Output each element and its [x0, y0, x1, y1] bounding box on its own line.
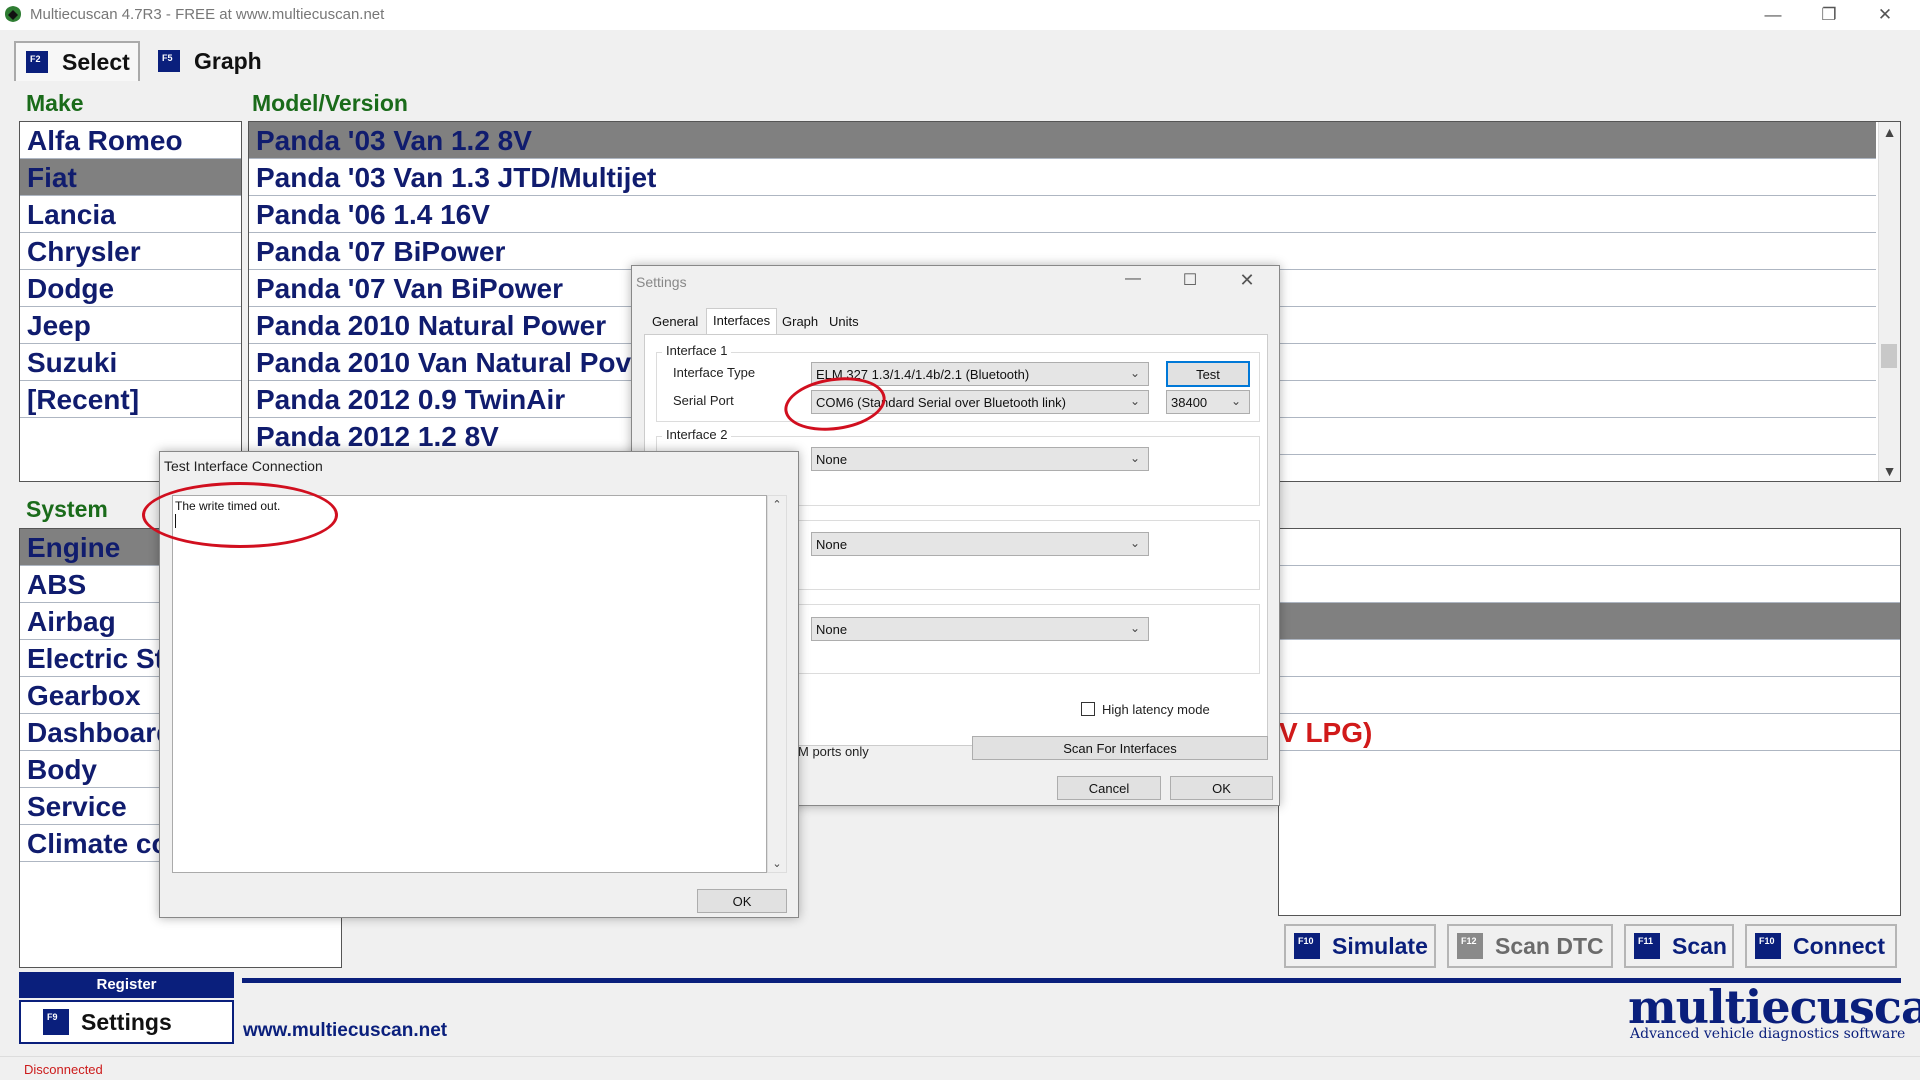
f10-key-badge: F10 [1755, 933, 1781, 959]
test-button[interactable]: Test [1166, 361, 1250, 387]
f11-key-badge: F11 [1634, 933, 1660, 959]
cancel-button[interactable]: Cancel [1057, 776, 1161, 800]
chevron-down-icon: ⌄ [1129, 366, 1140, 380]
interface1-label: Interface 1 [662, 343, 732, 358]
window-title: Multiecuscan 4.7R3 - FREE at www.multiec… [30, 6, 385, 23]
model-scrollbar[interactable]: ▲ ▼ [1878, 122, 1900, 481]
chevron-down-icon: ⌄ [1129, 451, 1140, 465]
tab-interfaces[interactable]: Interfaces [706, 308, 778, 334]
f10-ctrl-key-badge: F10 [1294, 933, 1320, 959]
list-item[interactable]: Suzuki [20, 344, 241, 381]
scan-for-interfaces-button[interactable]: Scan For Interfaces [972, 736, 1268, 760]
scan-dtc-label: Scan DTC [1495, 932, 1604, 959]
logo-tagline: Advanced vehicle diagnostics software [1630, 1026, 1906, 1042]
settings-minimize-button[interactable]: — [1118, 270, 1148, 288]
message-textbox[interactable]: The write timed out. [172, 495, 767, 873]
list-item[interactable]: Lancia [20, 196, 241, 233]
list-item[interactable]: Chrysler [20, 233, 241, 270]
settings-ok-button[interactable]: OK [1170, 776, 1273, 800]
annotation-oval-message [142, 482, 338, 548]
tab-general[interactable]: General [646, 310, 704, 334]
interface2-label: Interface 2 [662, 427, 732, 442]
baud-rate-select[interactable]: 38400 ⌄ [1166, 390, 1250, 414]
scan-dtc-button[interactable]: F12 Scan DTC [1447, 924, 1613, 968]
chevron-down-icon: ⌄ [1129, 621, 1140, 635]
tab-graph-settings[interactable]: Graph [776, 310, 824, 334]
tab-graph[interactable]: F5 Graph [146, 41, 276, 81]
list-item[interactable] [1279, 529, 1900, 566]
list-item[interactable]: Panda '06 1.4 16V [249, 196, 1876, 233]
simulate-button[interactable]: F10 Simulate [1284, 924, 1436, 968]
list-item[interactable] [1279, 640, 1900, 677]
tab-select[interactable]: F2 Select [14, 41, 140, 81]
tab-units[interactable]: Units [823, 310, 865, 334]
list-item[interactable]: Panda '03 Van 1.3 JTD/Multijet [249, 159, 1876, 196]
close-button[interactable]: ✕ [1857, 0, 1913, 30]
website-link[interactable]: www.multiecuscan.net [243, 1020, 447, 1042]
settings-button[interactable]: F9 Settings [19, 1000, 234, 1044]
make-list[interactable]: Alfa Romeo Fiat Lancia Chrysler Dodge Je… [19, 121, 242, 482]
connect-label: Connect [1793, 932, 1885, 959]
list-item[interactable] [1279, 566, 1900, 603]
scan-label: Scan [1672, 932, 1727, 959]
list-item[interactable]: [Recent] [20, 381, 241, 418]
high-latency-checkbox[interactable] [1081, 702, 1095, 716]
settings-close-button[interactable]: ✕ [1232, 270, 1262, 291]
f2-key-badge: F2 [26, 51, 48, 73]
test-dialog-title: Test Interface Connection [164, 458, 323, 474]
serial-port-label: Serial Port [673, 393, 734, 408]
simulate-label: Simulate [1332, 932, 1428, 959]
status-bar: Disconnected [0, 1056, 1920, 1080]
scroll-up-icon[interactable]: ▲ [1879, 124, 1900, 140]
scroll-down-icon[interactable]: ▼ [1879, 463, 1900, 479]
app-logo-icon [5, 6, 21, 22]
scan-button[interactable]: F11 Scan [1624, 924, 1734, 968]
list-item[interactable]: Jeep [20, 307, 241, 344]
chevron-down-icon: ⌄ [1129, 394, 1140, 408]
minimize-button[interactable]: — [1745, 0, 1801, 30]
ports-only-label: M ports only [798, 744, 869, 759]
interface2-type-select[interactable]: None ⌄ [811, 447, 1149, 471]
interface3-type-select[interactable]: None ⌄ [811, 532, 1149, 556]
list-item[interactable]: Dodge [20, 270, 241, 307]
chevron-down-icon: ⌄ [1129, 536, 1140, 550]
connect-button[interactable]: F10 Connect [1745, 924, 1897, 968]
variant-list[interactable]: V LPG) [1278, 528, 1901, 916]
list-item[interactable]: Alfa Romeo [20, 122, 241, 159]
f12-key-badge: F12 [1457, 933, 1483, 959]
tab-select-label: Select [62, 48, 130, 75]
message-scrollbar[interactable]: ⌃ ⌄ [767, 495, 787, 873]
high-latency-label: High latency mode [1102, 702, 1210, 717]
scroll-up-icon[interactable]: ⌃ [768, 498, 786, 511]
title-bar: Multiecuscan 4.7R3 - FREE at www.multiec… [0, 0, 1920, 30]
f9-key-badge: F9 [43, 1009, 69, 1035]
restore-button[interactable]: ❐ [1801, 0, 1857, 30]
make-header: Make [26, 90, 84, 116]
scroll-thumb[interactable] [1881, 344, 1897, 368]
model-header: Model/Version [252, 90, 408, 116]
settings-label: Settings [81, 1008, 172, 1035]
tab-graph-label: Graph [194, 47, 262, 74]
system-header: System [26, 496, 108, 522]
list-item-selected[interactable] [1279, 603, 1900, 640]
list-item-selected[interactable]: Fiat [20, 159, 241, 196]
interface4-type-select[interactable]: None ⌄ [811, 617, 1149, 641]
list-item-lpg[interactable]: V LPG) [1279, 714, 1900, 751]
register-button[interactable]: Register [19, 972, 234, 998]
chevron-down-icon: ⌄ [1230, 394, 1241, 408]
interface-type-label: Interface Type [673, 365, 756, 380]
list-item-selected[interactable]: Panda '03 Van 1.2 8V [249, 122, 1876, 159]
f5-key-badge: F5 [158, 50, 180, 72]
connection-status: Disconnected [24, 1062, 103, 1077]
test-ok-button[interactable]: OK [697, 889, 787, 913]
settings-maximize-button[interactable]: ☐ [1175, 270, 1205, 290]
scroll-down-icon[interactable]: ⌄ [768, 857, 786, 870]
list-item[interactable] [1279, 677, 1900, 714]
settings-dialog-title: Settings [636, 274, 687, 290]
